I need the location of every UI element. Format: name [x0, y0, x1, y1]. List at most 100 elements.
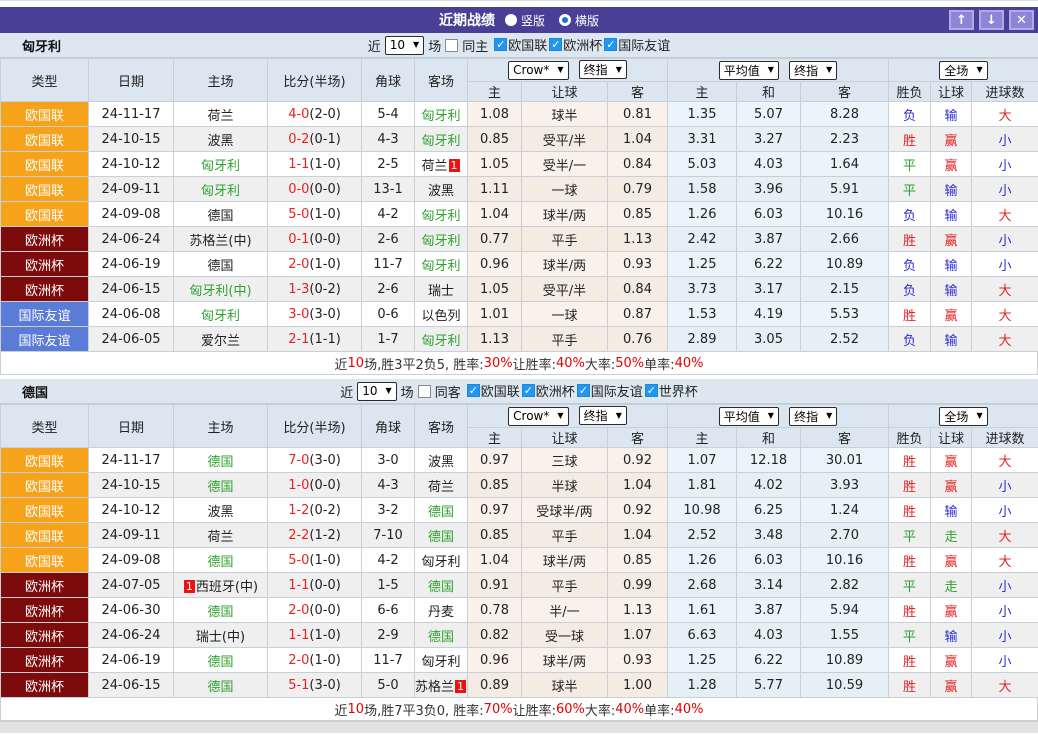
sub-header-away-odds: 客 [608, 82, 668, 102]
handicap-result-cell: 赢 [931, 302, 972, 327]
away-odds-cell: 0.81 [608, 102, 668, 127]
home-odds-cell: 0.85 [468, 127, 522, 152]
final-odds-select[interactable]: 终指▼ [579, 60, 627, 79]
score-value: 5-0 [288, 207, 309, 222]
handicap-line-cell: 球半 [522, 673, 608, 698]
score-value: 5-1 [288, 678, 309, 693]
half-score-value: (1-0) [309, 553, 340, 568]
handicap-line-cell: 球半/两 [522, 202, 608, 227]
average-select[interactable]: 平均值▼ [719, 407, 779, 426]
avg-home-cell: 1.26 [668, 202, 737, 227]
recent-count-select[interactable]: 10▼ [357, 382, 396, 401]
avg-away-cell: 5.53 [801, 302, 889, 327]
same-checkbox[interactable] [418, 385, 431, 398]
bookmaker-select[interactable]: Crow*▼ [508, 407, 568, 426]
half-score-value: (3-0) [309, 678, 340, 693]
team-name-text: 德国 [207, 555, 233, 570]
score-cell: 1-3(0-2) [268, 277, 362, 302]
result-cell: 胜 [889, 227, 931, 252]
avg-draw-cell: 3.96 [737, 177, 801, 202]
league-filter[interactable]: 欧洲杯 [522, 381, 575, 400]
team-name-text: 瑞士(中) [196, 630, 245, 645]
average-select[interactable]: 平均值▼ [719, 61, 779, 80]
handicap-line-cell: 平手 [522, 227, 608, 252]
final-odds-select[interactable]: 终指▼ [789, 407, 837, 426]
team-name-text: 匈牙利 [421, 209, 460, 224]
home-odds-cell: 1.11 [468, 177, 522, 202]
league-filter[interactable]: 国际友谊 [604, 35, 670, 54]
score-value: 2-2 [288, 528, 309, 543]
team-name: 德国 [22, 382, 48, 401]
close-button[interactable]: ✕ [1009, 10, 1034, 30]
league-checkbox[interactable] [467, 384, 480, 397]
league-type-cell: 欧洲杯 [1, 648, 89, 673]
league-type-cell: 欧洲杯 [1, 277, 89, 302]
half-score-value: (0-1) [309, 132, 340, 147]
radio-icon[interactable] [505, 14, 517, 26]
sub-header-avg-home: 主 [668, 428, 737, 448]
home-odds-cell: 1.13 [468, 327, 522, 352]
avg-home-cell: 1.26 [668, 548, 737, 573]
score-cell: 2-1(1-1) [268, 327, 362, 352]
same-label: 同主 [462, 36, 488, 55]
corner-cell: 1-5 [362, 573, 415, 598]
team-name-text: 波黑 [428, 184, 454, 199]
sub-header-handicap-result: 让球 [931, 82, 972, 102]
fulltime-select[interactable]: 全场▼ [939, 407, 987, 426]
fulltime-select[interactable]: 全场▼ [939, 61, 987, 80]
result-cell: 胜 [889, 498, 931, 523]
date-cell: 24-06-15 [89, 277, 174, 302]
same-checkbox[interactable] [445, 39, 458, 52]
score-value: 5-0 [288, 553, 309, 568]
away-odds-cell: 1.00 [608, 673, 668, 698]
goals-result-cell: 小 [972, 473, 1038, 498]
handicap-line-cell: 平手 [522, 523, 608, 548]
final-odds-select[interactable]: 终指▼ [789, 61, 837, 80]
home-odds-cell: 1.04 [468, 548, 522, 573]
avg-away-cell: 8.28 [801, 102, 889, 127]
average-select-value: 平均值 [724, 408, 760, 425]
league-checkbox[interactable] [604, 38, 617, 51]
goals-result-cell: 小 [972, 498, 1038, 523]
layout-radio-horizontal[interactable]: 横版 [559, 12, 599, 29]
recent-label: 近 [340, 382, 353, 401]
handicap-line-cell: 平手 [522, 573, 608, 598]
layout-radio-vertical[interactable]: 竖版 [505, 12, 545, 29]
league-filter[interactable]: 世界杯 [645, 381, 698, 400]
move-up-button[interactable]: ↑ [949, 10, 974, 30]
home-odds-cell: 0.97 [468, 498, 522, 523]
score-cell: 1-1(0-0) [268, 573, 362, 598]
team-name-text: 德国 [207, 655, 233, 670]
handicap-line-cell: 受平/半 [522, 127, 608, 152]
home-odds-cell: 0.85 [468, 523, 522, 548]
corner-cell: 4-2 [362, 548, 415, 573]
league-filter[interactable]: 国际友谊 [577, 381, 643, 400]
summary-text: 近10场,胜7平3负0, 胜率:70% 让胜率:60% 大率:40% 单率:40… [0, 698, 1038, 721]
league-filter[interactable]: 欧洲杯 [549, 35, 602, 54]
avg-away-cell: 1.24 [801, 498, 889, 523]
home-odds-cell: 0.91 [468, 573, 522, 598]
league-filter[interactable]: 欧国联 [467, 381, 520, 400]
goals-result-cell: 大 [972, 202, 1038, 227]
avg-draw-cell: 4.03 [737, 152, 801, 177]
league-checkbox[interactable] [522, 384, 535, 397]
league-checkbox[interactable] [549, 38, 562, 51]
away-team-cell: 匈牙利 [415, 252, 468, 277]
league-checkbox[interactable] [577, 384, 590, 397]
recent-count-select[interactable]: 10▼ [385, 36, 424, 55]
avg-away-cell: 3.93 [801, 473, 889, 498]
radio-icon[interactable] [559, 14, 571, 26]
result-cell: 平 [889, 177, 931, 202]
result-cell: 平 [889, 573, 931, 598]
bookmaker-select[interactable]: Crow*▼ [508, 61, 568, 80]
score-cell: 2-0(1-0) [268, 252, 362, 277]
league-filter[interactable]: 欧国联 [494, 35, 547, 54]
league-checkbox[interactable] [494, 38, 507, 51]
avg-draw-cell: 12.18 [737, 448, 801, 473]
final-odds-select[interactable]: 终指▼ [579, 406, 627, 425]
league-checkbox[interactable] [645, 384, 658, 397]
away-odds-cell: 0.84 [608, 277, 668, 302]
corner-cell: 3-2 [362, 498, 415, 523]
move-down-button[interactable]: ↓ [979, 10, 1004, 30]
team-name-text: 德国 [207, 455, 233, 470]
